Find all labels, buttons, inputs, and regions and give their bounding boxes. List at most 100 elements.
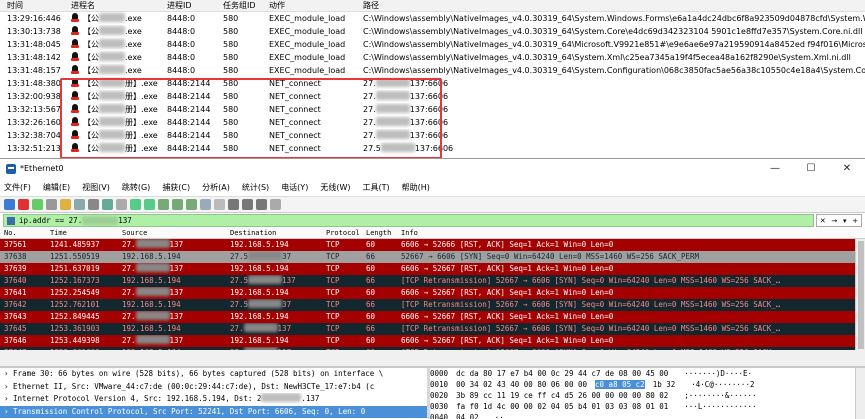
redacted-ip bbox=[248, 299, 283, 308]
start-capture-icon[interactable] bbox=[4, 199, 15, 210]
destination-start: 27. bbox=[230, 324, 244, 333]
table-row[interactable]: 13:32:38:704 【公 册】.exe 8448:2144 580 NET_conn… bbox=[0, 129, 865, 142]
go-to-packet-icon[interactable] bbox=[158, 199, 169, 210]
packet-row[interactable]: 37643 1252.849445 27. 137 192.168.5.194 TCP 60… bbox=[0, 311, 865, 323]
main-toolbar bbox=[0, 196, 865, 212]
detail-frame[interactable]: › Frame 30: 66 bytes on wire (528 bits),… bbox=[0, 368, 427, 381]
capture-options-icon[interactable] bbox=[46, 199, 57, 210]
col-info[interactable]: Info bbox=[397, 228, 865, 238]
col-length[interactable]: Length bbox=[362, 228, 397, 238]
packet-row[interactable]: 37645 1253.361903 192.168.5.194 27. 137 TCP 66… bbox=[0, 323, 865, 335]
table-row[interactable]: 13:30:13:738 【公 .exe 8448:0 580 EXEC_module_l… bbox=[0, 25, 865, 38]
cell-source: 192.168.5.194 bbox=[118, 275, 226, 287]
apply-filter-icon[interactable]: → bbox=[831, 217, 837, 225]
menu-help[interactable]: 帮助(H) bbox=[402, 182, 430, 193]
open-file-icon[interactable] bbox=[60, 199, 71, 210]
clear-filter-icon[interactable]: ✕ bbox=[820, 217, 826, 225]
menu-wireless[interactable]: 无线(W) bbox=[320, 182, 350, 193]
find-packet-icon[interactable] bbox=[116, 199, 127, 210]
table-row[interactable]: 13:29:16:446 【公 .exe 8448:0 580 EXEC_module_l… bbox=[0, 12, 865, 25]
cell-process-name: 【公 .exe bbox=[64, 64, 160, 77]
menu-telephony[interactable]: 电话(Y) bbox=[281, 182, 308, 193]
col-action[interactable]: 动作 bbox=[262, 0, 356, 11]
packet-row[interactable]: 37639 1251.637019 27. 137 192.168.5.194 TCP 60… bbox=[0, 263, 865, 275]
packet-row[interactable]: 376471253.961660 192.168.5.194 27. 137 TCP66… bbox=[0, 347, 865, 350]
col-process-name[interactable]: 进程名 bbox=[64, 0, 160, 11]
menu-statistics[interactable]: 统计(S) bbox=[242, 182, 269, 193]
hex-row[interactable]: 0010 00 34 02 43 40 00 80 06 00 00 c0 a8 0… bbox=[430, 379, 865, 390]
zoom-out-icon[interactable] bbox=[242, 199, 253, 210]
zoom-normal-icon[interactable] bbox=[256, 199, 267, 210]
path-end: 137:6606 bbox=[414, 144, 454, 153]
table-row[interactable]: 13:31:48:142 【公 .exe 8448:0 580 EXEC_module_l… bbox=[0, 51, 865, 64]
bytes-scrollbar[interactable] bbox=[855, 368, 865, 419]
path-start: 27. bbox=[363, 131, 376, 140]
packet-row[interactable]: 37641 1252.254549 27. 137 192.168.5.194 TCP 60… bbox=[0, 287, 865, 299]
resize-columns-icon[interactable] bbox=[270, 199, 281, 210]
first-packet-icon[interactable] bbox=[172, 199, 183, 210]
go-forward-icon[interactable] bbox=[144, 199, 155, 210]
redacted-ip bbox=[248, 275, 283, 284]
hex-row[interactable]: 0020 3b 89 cc 11 19 ce ff c4 d5 26 00 00 … bbox=[430, 390, 865, 401]
add-filter-icon[interactable]: + bbox=[852, 217, 858, 225]
menu-tools[interactable]: 工具(T) bbox=[362, 182, 389, 193]
packet-row[interactable]: 37561 1241.485937 27. 137 192.168.5.194 TCP 60… bbox=[0, 239, 865, 251]
col-source[interactable]: Source bbox=[118, 228, 226, 238]
col-path[interactable]: 路径 bbox=[356, 0, 865, 11]
process-name-end: 册】.exe bbox=[125, 79, 158, 88]
menu-go[interactable]: 跳转(G) bbox=[122, 182, 150, 193]
table-row[interactable]: 13:31:48:380 【公 册】.exe 8448:2144 580 NET_conn… bbox=[0, 77, 865, 90]
display-filter-input[interactable]: ip.addr == 27. 137 bbox=[3, 214, 814, 227]
menu-file[interactable]: 文件(F) bbox=[4, 182, 31, 193]
packet-row[interactable]: 37638 1251.550519 192.168.5.194 27.5 37 TCP 66… bbox=[0, 251, 865, 263]
col-group-id[interactable]: 任务组ID bbox=[216, 0, 262, 11]
col-pid[interactable]: 进程ID bbox=[160, 0, 216, 11]
cell-process-name: 【公 .exe bbox=[64, 25, 160, 38]
zoom-in-icon[interactable] bbox=[228, 199, 239, 210]
window-controls: — ☐ ✕ bbox=[757, 163, 865, 174]
reload-icon[interactable] bbox=[102, 199, 113, 210]
save-file-icon[interactable] bbox=[74, 199, 85, 210]
table-row[interactable]: 13:32:51:213 【公 册】.exe 8448:2144 580 NET_conn… bbox=[0, 142, 865, 155]
hex-offset: 0030 bbox=[430, 402, 449, 411]
menu-edit[interactable]: 编辑(E) bbox=[43, 182, 70, 193]
packet-row[interactable]: 37642 1252.762101 192.168.5.194 27.5 37 TCP 66… bbox=[0, 299, 865, 311]
restart-capture-icon[interactable] bbox=[32, 199, 43, 210]
col-no[interactable]: No. bbox=[0, 228, 46, 238]
bookmark-icon[interactable] bbox=[7, 216, 15, 225]
stop-capture-icon[interactable] bbox=[18, 199, 29, 210]
col-packet-time[interactable]: Time bbox=[46, 228, 118, 238]
col-destination[interactable]: Destination bbox=[226, 228, 322, 238]
col-time[interactable]: 时间 bbox=[0, 0, 64, 11]
colorize-icon[interactable] bbox=[214, 199, 225, 210]
close-button[interactable]: ✕ bbox=[829, 163, 865, 174]
packet-row[interactable]: 37646 1253.449398 27. 137 192.168.5.194 TCP 60… bbox=[0, 335, 865, 347]
last-packet-icon[interactable] bbox=[186, 199, 197, 210]
hex-row[interactable]: 0000 dc da 80 17 e7 b4 00 0c 29 44 c7 de … bbox=[430, 368, 865, 379]
col-protocol[interactable]: Protocol bbox=[322, 228, 362, 238]
autoscroll-icon[interactable] bbox=[200, 199, 211, 210]
table-row[interactable]: 13:31:48:045 【公 .exe 8448:0 580 EXEC_module_l… bbox=[0, 38, 865, 51]
hex-offset: 0040 bbox=[430, 413, 449, 419]
close-file-icon[interactable] bbox=[88, 199, 99, 210]
table-row[interactable]: 13:32:26:160 【公 册】.exe 8448:2144 580 NET_conn… bbox=[0, 116, 865, 129]
recent-filters-icon[interactable]: ▾ bbox=[843, 217, 847, 225]
go-back-icon[interactable] bbox=[130, 199, 141, 210]
source-start: 192.168.5.194 bbox=[122, 252, 181, 261]
detail-ethernet[interactable]: › Ethernet II, Src: VMware_44:c7:de (00:… bbox=[0, 381, 427, 394]
menu-view[interactable]: 视图(V) bbox=[82, 182, 110, 193]
menu-analyze[interactable]: 分析(A) bbox=[202, 182, 230, 193]
detail-tcp[interactable]: › Transmission Control Protocol, Src Por… bbox=[0, 405, 427, 418]
menu-capture[interactable]: 捕获(C) bbox=[162, 182, 190, 193]
packet-list-scrollbar[interactable] bbox=[855, 239, 865, 350]
hex-row[interactable]: 0040 04 02 ·· bbox=[430, 412, 865, 419]
table-row[interactable]: 13:32:00:938 【公 册】.exe 8448:2144 580 NET_conn… bbox=[0, 90, 865, 103]
table-row[interactable]: 13:31:48:157 【公 .exe 8448:0 580 EXEC_module_l… bbox=[0, 64, 865, 77]
detail-ipv4[interactable]: › Internet Protocol Version 4, Src: 192.… bbox=[0, 393, 427, 406]
packet-row[interactable]: 37640 1252.167373 192.168.5.194 27.5 137 TCP 6… bbox=[0, 275, 865, 287]
cell-group-id: 580 bbox=[223, 118, 239, 127]
minimize-button[interactable]: — bbox=[757, 163, 793, 174]
maximize-button[interactable]: ☐ bbox=[793, 163, 829, 174]
table-row[interactable]: 13:32:13:567 【公 册】.exe 8448:2144 580 NET_conn… bbox=[0, 103, 865, 116]
hex-row[interactable]: 0030 fa f0 1d 4c 00 00 02 04 05 b4 01 03 … bbox=[430, 401, 865, 412]
